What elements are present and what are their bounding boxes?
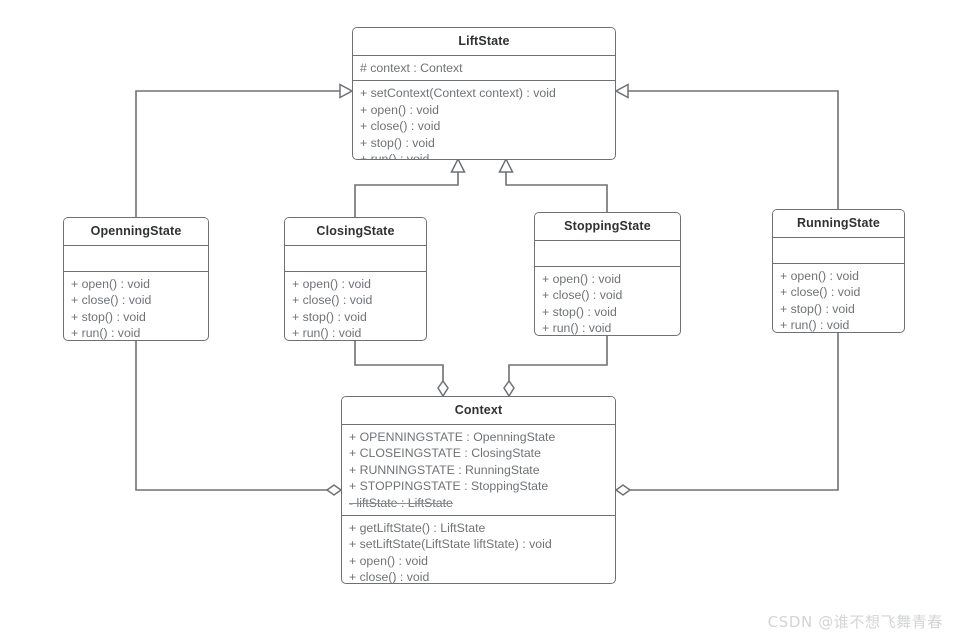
generalization-arrowhead-running — [614, 83, 629, 99]
operations-compartment-context: + getLiftState() : LiftState + setLiftSt… — [342, 516, 615, 584]
aggregation-stopping-to-context — [508, 336, 608, 381]
operation-row: + setContext(Context context) : void — [360, 86, 556, 101]
operation-row: + stop() : void — [542, 304, 617, 319]
operation-row: + open() : void — [349, 553, 428, 568]
attribute-row: # context : Context — [360, 61, 463, 75]
aggregation-diamond-stopping — [503, 379, 515, 398]
operation-row: + stop() : void — [360, 135, 435, 150]
class-name-stoppingstate: StoppingState — [535, 213, 680, 241]
operation-row: + stop() : void — [71, 309, 146, 324]
aggregation-openning-to-context — [135, 341, 327, 491]
operation-row: + open() : void — [542, 272, 621, 286]
operations-compartment-openningstate: + open() : void + close() : void + stop(… — [64, 272, 208, 341]
aggregation-diamond-openning — [325, 484, 343, 496]
operation-row: + open() : void — [71, 277, 150, 291]
class-box-runningstate[interactable]: RunningState + open() : void + close() :… — [772, 209, 905, 333]
attributes-compartment-liftstate: # context : Context — [353, 56, 615, 82]
attribute-row: - liftState : LiftState — [349, 495, 453, 510]
operation-row: + stop() : void — [292, 309, 367, 324]
operations-compartment-stoppingstate: + open() : void + close() : void + stop(… — [535, 267, 680, 336]
class-name-runningstate: RunningState — [773, 210, 904, 238]
watermark: CSDN @谁不想飞舞青春 — [767, 613, 943, 631]
generalization-openning-to-liftstate — [135, 90, 340, 217]
operation-row: + close() : void — [349, 570, 430, 584]
operation-row: + close() : void — [542, 288, 623, 303]
operation-row: + stop() : void — [780, 301, 855, 316]
operation-row: + getLiftState() : LiftState — [349, 521, 486, 536]
aggregation-diamond-running — [614, 484, 632, 496]
attributes-compartment-closingstate — [285, 246, 426, 272]
generalization-running-to-liftstate — [628, 90, 839, 209]
class-box-openningstate[interactable]: OpenningState + open() : void + close() … — [63, 217, 209, 341]
attribute-row: + RUNNINGSTATE : RunningState — [349, 462, 540, 477]
generalization-arrowhead-stopping — [498, 157, 514, 173]
generalization-stopping-to-liftstate — [505, 172, 608, 212]
class-box-liftstate[interactable]: LiftState # context : Context + setConte… — [352, 27, 616, 160]
generalization-arrowhead-openning — [339, 83, 354, 99]
generalization-arrowhead-closing — [450, 157, 466, 173]
class-name-openningstate: OpenningState — [64, 218, 208, 246]
attribute-row: + STOPPINGSTATE : StoppingState — [349, 479, 549, 494]
attributes-compartment-stoppingstate — [535, 241, 680, 267]
operation-row: + run() : void — [292, 326, 362, 341]
aggregation-closing-to-context — [354, 341, 444, 381]
attributes-compartment-runningstate — [773, 238, 904, 264]
aggregation-diamond-closing — [437, 379, 449, 398]
attribute-row: + OPENNINGSTATE : OpenningState — [349, 430, 556, 444]
class-name-closingstate: ClosingState — [285, 218, 426, 246]
operation-row: + close() : void — [360, 119, 441, 134]
class-box-stoppingstate[interactable]: StoppingState + open() : void + close() … — [534, 212, 681, 336]
attributes-compartment-context: + OPENNINGSTATE : OpenningState + CLOSEI… — [342, 425, 615, 517]
diagram-canvas: LiftState # context : Context + setConte… — [0, 0, 961, 642]
attributes-compartment-openningstate — [64, 246, 208, 272]
generalization-closing-to-liftstate — [354, 172, 459, 217]
operation-row: + run() : void — [71, 326, 141, 341]
aggregation-running-to-context — [630, 333, 839, 491]
operation-row: + close() : void — [780, 285, 861, 300]
operation-row: + close() : void — [292, 293, 373, 308]
operation-row: + open() : void — [780, 269, 859, 283]
class-name-liftstate: LiftState — [353, 28, 615, 56]
class-box-closingstate[interactable]: ClosingState + open() : void + close() :… — [284, 217, 427, 341]
operations-compartment-closingstate: + open() : void + close() : void + stop(… — [285, 272, 426, 341]
operations-compartment-runningstate: + open() : void + close() : void + stop(… — [773, 264, 904, 333]
class-box-context[interactable]: Context + OPENNINGSTATE : OpenningState … — [341, 396, 616, 584]
operation-row: + run() : void — [780, 318, 850, 333]
operation-row: + open() : void — [292, 277, 371, 291]
operation-row: + open() : void — [360, 102, 439, 117]
operation-row: + run() : void — [360, 152, 430, 160]
operation-row: + setLiftState(LiftState liftState) : vo… — [349, 537, 552, 552]
operations-compartment-liftstate: + setContext(Context context) : void + o… — [353, 81, 615, 160]
operation-row: + run() : void — [542, 321, 612, 336]
class-name-context: Context — [342, 397, 615, 425]
attribute-row: + CLOSEINGSTATE : ClosingState — [349, 446, 541, 461]
operation-row: + close() : void — [71, 293, 152, 308]
